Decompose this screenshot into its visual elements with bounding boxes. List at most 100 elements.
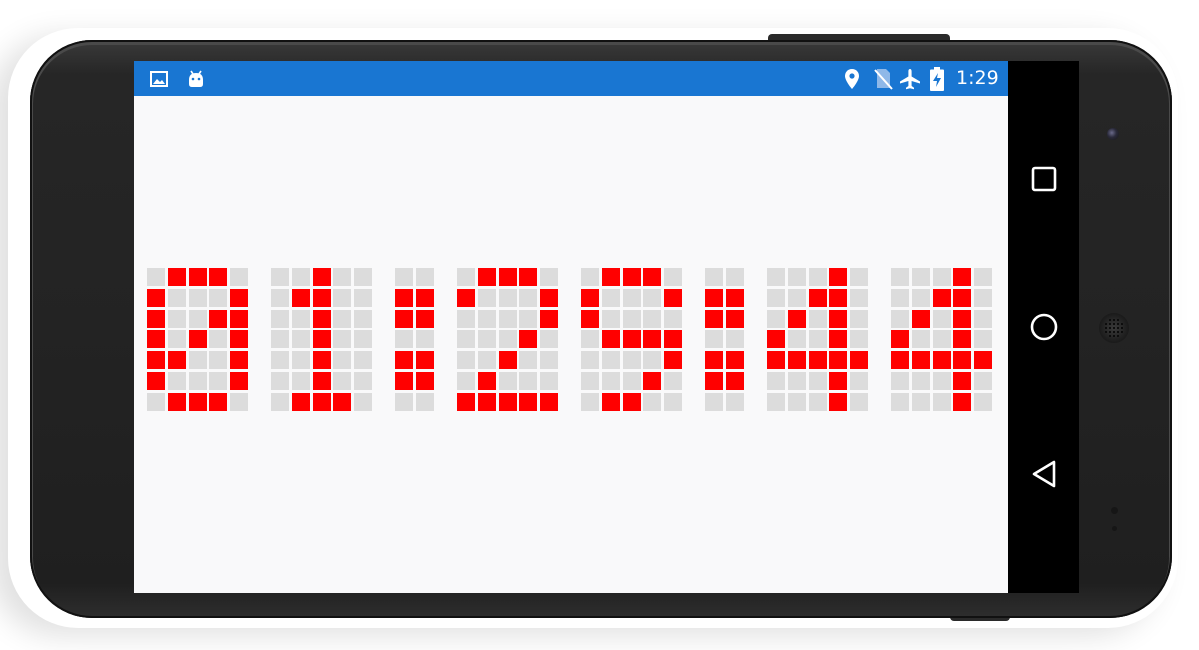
led-pixel-off (333, 372, 351, 390)
led-pixel-off (189, 351, 207, 369)
led-pixel-off (623, 351, 641, 369)
led-pixel-on (416, 310, 434, 328)
led-pixel-off (726, 330, 744, 348)
led-pixel-on (395, 351, 413, 369)
led-pixel-on (395, 372, 413, 390)
led-pixel-off (974, 372, 992, 390)
led-pixel-on (933, 351, 951, 369)
led-pixel-off (354, 289, 372, 307)
led-pixel-on (953, 393, 971, 411)
led-pixel-on (519, 330, 537, 348)
led-pixel-on (891, 351, 909, 369)
led-pixel-on (230, 330, 248, 348)
led-pixel-off (933, 393, 951, 411)
led-pixel-off (147, 268, 165, 286)
led-pixel-on (809, 351, 827, 369)
led-pixel-off (643, 351, 661, 369)
led-pixel-off (292, 268, 310, 286)
led-pixel-on (829, 351, 847, 369)
led-pixel-off (540, 268, 558, 286)
led-pixel-on (478, 393, 496, 411)
proximity-sensor (1111, 507, 1118, 514)
led-pixel-off (457, 330, 475, 348)
home-button[interactable] (1008, 297, 1079, 357)
led-pixel-off (230, 268, 248, 286)
led-pixel-off (354, 393, 372, 411)
led-pixel-off (891, 372, 909, 390)
led-pixel-off (230, 393, 248, 411)
led-pixel-on (457, 393, 475, 411)
led-pixel-on (664, 330, 682, 348)
led-pixel-on (230, 289, 248, 307)
led-pixel-off (499, 289, 517, 307)
led-pixel-off (974, 310, 992, 328)
led-pixel-off (478, 330, 496, 348)
led-pixel-off (333, 330, 351, 348)
status-bar: 1:29 (134, 61, 1008, 96)
led-pixel-on (395, 310, 413, 328)
led-pixel-off (933, 372, 951, 390)
led-pixel-on (189, 330, 207, 348)
led-pixel-off (519, 310, 537, 328)
led-pixel-on (705, 351, 723, 369)
led-pixel-off (581, 372, 599, 390)
led-pixel-off (705, 330, 723, 348)
led-pixel-off (643, 289, 661, 307)
led-pixel-off (809, 372, 827, 390)
square-icon (1031, 166, 1056, 192)
led-pixel-on (767, 330, 785, 348)
led-pixel-on (891, 330, 909, 348)
led-pixel-on (829, 393, 847, 411)
led-pixel-on (788, 310, 806, 328)
led-pixel-on (416, 372, 434, 390)
led-pixel-on (581, 289, 599, 307)
led-pixel-off (809, 330, 827, 348)
led-pixel-off (788, 268, 806, 286)
led-pixel-on (499, 393, 517, 411)
led-pixel-on (829, 372, 847, 390)
led-pixel-on (313, 268, 331, 286)
navigation-bar (1008, 61, 1079, 593)
led-pixel-off (974, 393, 992, 411)
led-pixel-on (313, 393, 331, 411)
led-pixel-on (726, 310, 744, 328)
led-pixel-off (395, 393, 413, 411)
led-pixel-off (891, 393, 909, 411)
led-pixel-off (499, 330, 517, 348)
light-sensor (1112, 526, 1117, 531)
led-pixel-off (271, 330, 289, 348)
back-button[interactable] (1008, 444, 1079, 504)
led-pixel-off (333, 289, 351, 307)
led-pixel-on (623, 393, 641, 411)
led-pixel-off (788, 372, 806, 390)
led-pixel-on (313, 310, 331, 328)
led-pixel-off (478, 310, 496, 328)
led-pixel-off (767, 393, 785, 411)
led-pixel-off (354, 268, 372, 286)
led-pixel-on (726, 372, 744, 390)
led-pixel-on (333, 393, 351, 411)
led-pixel-off (602, 310, 620, 328)
led-pixel-on (147, 330, 165, 348)
led-pixel-off (209, 289, 227, 307)
led-pixel-on (457, 289, 475, 307)
led-pixel-off (602, 289, 620, 307)
led-pixel-off (189, 310, 207, 328)
led-pixel-off (891, 268, 909, 286)
led-pixel-off (147, 393, 165, 411)
led-pixel-on (829, 289, 847, 307)
led-pixel-off (912, 372, 930, 390)
led-pixel-off (767, 310, 785, 328)
led-pixel-on (499, 351, 517, 369)
led-pixel-off (457, 268, 475, 286)
led-pixel-on (953, 310, 971, 328)
led-pixel-off (788, 330, 806, 348)
led-pixel-off (457, 372, 475, 390)
led-pixel-off (850, 393, 868, 411)
led-pixel-on (602, 393, 620, 411)
led-pixel-off (271, 268, 289, 286)
led-pixel-off (271, 289, 289, 307)
recent-apps-button[interactable] (1008, 149, 1079, 209)
led-pixel-off (478, 289, 496, 307)
led-pixel-off (519, 351, 537, 369)
